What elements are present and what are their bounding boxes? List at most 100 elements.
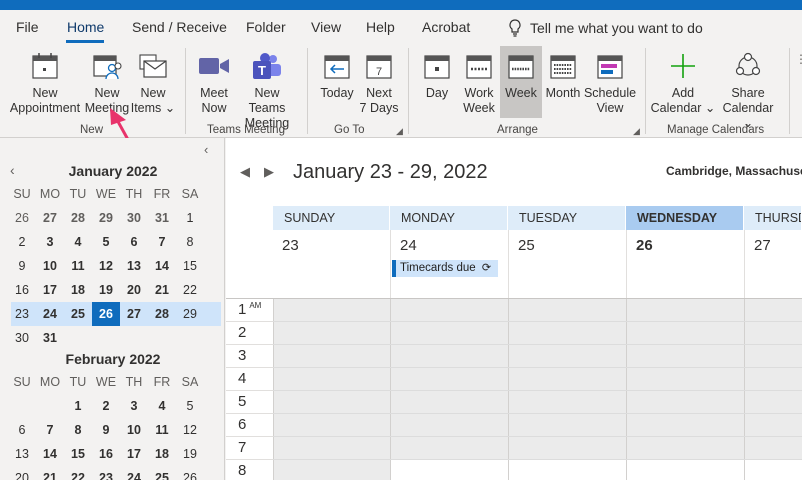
day-cell[interactable]: 15 [64,442,92,466]
day-cell[interactable]: 6 [120,230,148,254]
day-cell[interactable]: 16 [8,278,36,302]
month-view-button[interactable]: Month [542,46,584,101]
day-cell[interactable] [36,394,64,418]
day-view-button[interactable]: Day [416,46,458,101]
day-number[interactable]: 25 [508,230,626,298]
tab-folder[interactable]: Folder [246,19,286,35]
calendar-event[interactable]: Timecards due ⟳ [392,260,498,277]
tab-acrobat[interactable]: Acrobat [422,19,470,35]
day-cell[interactable]: 5 [176,394,204,418]
next-week-icon[interactable]: ▶ [264,164,274,180]
day-cell[interactable]: 22 [64,466,92,480]
day-cell[interactable]: 24 [120,466,148,480]
day-cell[interactable]: 23 [92,466,120,480]
day-cell[interactable]: 30 [120,206,148,230]
tab-file[interactable]: File [16,19,39,35]
day-cell[interactable]: 8 [64,418,92,442]
day-cell[interactable]: 13 [8,442,36,466]
day-cell[interactable]: 26 [176,466,204,480]
day-cell[interactable]: 12 [176,418,204,442]
day-cell[interactable]: 19 [92,278,120,302]
share-calendar-label-1: Share [731,86,765,100]
day-cell[interactable]: 28 [148,302,176,326]
share-calendar-button[interactable]: Share Calendar ⌄ [716,46,780,131]
day-cell[interactable]: 7 [148,230,176,254]
day-cell[interactable]: 22 [176,278,204,302]
today-day-cell[interactable]: 26 [92,302,120,326]
day-cell[interactable]: 6 [8,418,36,442]
week-row: 26 27 28 29 30 31 1 [8,206,218,230]
day-cell[interactable]: 9 [8,254,36,278]
day-cell[interactable]: 17 [120,442,148,466]
new-teams-meeting-button[interactable]: T New Teams Meeting [236,46,298,131]
day-cell[interactable]: 21 [36,466,64,480]
tab-send-receive[interactable]: Send / Receive [132,19,227,35]
day-cell[interactable]: 29 [176,302,204,326]
day-cell[interactable]: 31 [148,206,176,230]
day-cell[interactable]: 12 [92,254,120,278]
day-cell[interactable]: 29 [92,206,120,230]
weather-location[interactable]: Cambridge, Massachusett [666,164,802,178]
day-cell[interactable]: 8 [176,230,204,254]
day-cell[interactable]: 7 [36,418,64,442]
day-cell[interactable]: 10 [36,254,64,278]
day-cell[interactable]: 1 [64,394,92,418]
week-view-button[interactable]: Week [500,46,542,118]
add-calendar-button[interactable]: Add Calendar ⌄ [650,46,716,116]
day-cell[interactable]: 1 [176,206,204,230]
day-cell[interactable]: 31 [36,326,64,350]
day-cell[interactable]: 4 [148,394,176,418]
tell-me-search[interactable]: Tell me what you want to do [508,19,703,37]
day-cell[interactable]: 18 [148,442,176,466]
collapse-pane-icon[interactable]: ‹ [204,142,208,157]
tab-help[interactable]: Help [366,19,395,35]
meet-now-button[interactable]: Meet Now [192,46,236,116]
day-cell[interactable]: 11 [148,418,176,442]
go-to-launcher-icon[interactable]: ◢ [396,126,403,137]
day-cell[interactable]: 20 [120,278,148,302]
day-cell[interactable]: 4 [64,230,92,254]
day-cell[interactable] [8,394,36,418]
schedule-view-button[interactable]: Schedule View [584,46,636,116]
day-cell[interactable]: 26 [8,206,36,230]
day-cell[interactable]: 20 [8,466,36,480]
day-number[interactable]: 27 [744,230,802,298]
day-cell[interactable]: 19 [176,442,204,466]
previous-week-icon[interactable]: ◀ [240,164,250,180]
day-cell[interactable]: 23 [8,302,36,326]
day-cell[interactable]: 3 [120,394,148,418]
day-cell[interactable]: 13 [120,254,148,278]
overflow-icon[interactable]: ⋮ [795,52,802,66]
arrange-launcher-icon[interactable]: ◢ [633,126,640,137]
day-cell[interactable]: 11 [64,254,92,278]
day-cell[interactable]: 28 [64,206,92,230]
day-cell[interactable]: 24 [36,302,64,326]
day-cell[interactable]: 30 [8,326,36,350]
day-cell[interactable]: 2 [92,394,120,418]
day-cell[interactable]: 9 [92,418,120,442]
day-cell[interactable]: 14 [36,442,64,466]
day-cell[interactable]: 3 [36,230,64,254]
day-number-today[interactable]: 26 [626,230,744,298]
day-cell[interactable]: 2 [8,230,36,254]
day-cell[interactable]: 14 [148,254,176,278]
tab-home[interactable]: Home [67,19,104,35]
day-cell[interactable]: 17 [36,278,64,302]
day-cell[interactable]: 25 [64,302,92,326]
tab-view[interactable]: View [311,19,341,35]
day-cell[interactable]: 27 [120,302,148,326]
day-cell[interactable]: 21 [148,278,176,302]
day-cell[interactable]: 16 [92,442,120,466]
group-separator [645,48,646,134]
day-cell[interactable]: 5 [92,230,120,254]
day-cell[interactable]: 10 [120,418,148,442]
day-number[interactable]: 23 [273,230,390,298]
day-cell[interactable]: 27 [36,206,64,230]
day-cell[interactable]: 25 [148,466,176,480]
day-cell[interactable]: 15 [176,254,204,278]
work-week-view-button[interactable]: Work Week [458,46,500,116]
next-7-days-button[interactable]: 7 Next 7 Days [358,46,400,116]
day-cell[interactable]: 18 [64,278,92,302]
today-button[interactable]: Today [316,46,358,101]
new-appointment-button[interactable]: New Appointment [6,46,84,116]
